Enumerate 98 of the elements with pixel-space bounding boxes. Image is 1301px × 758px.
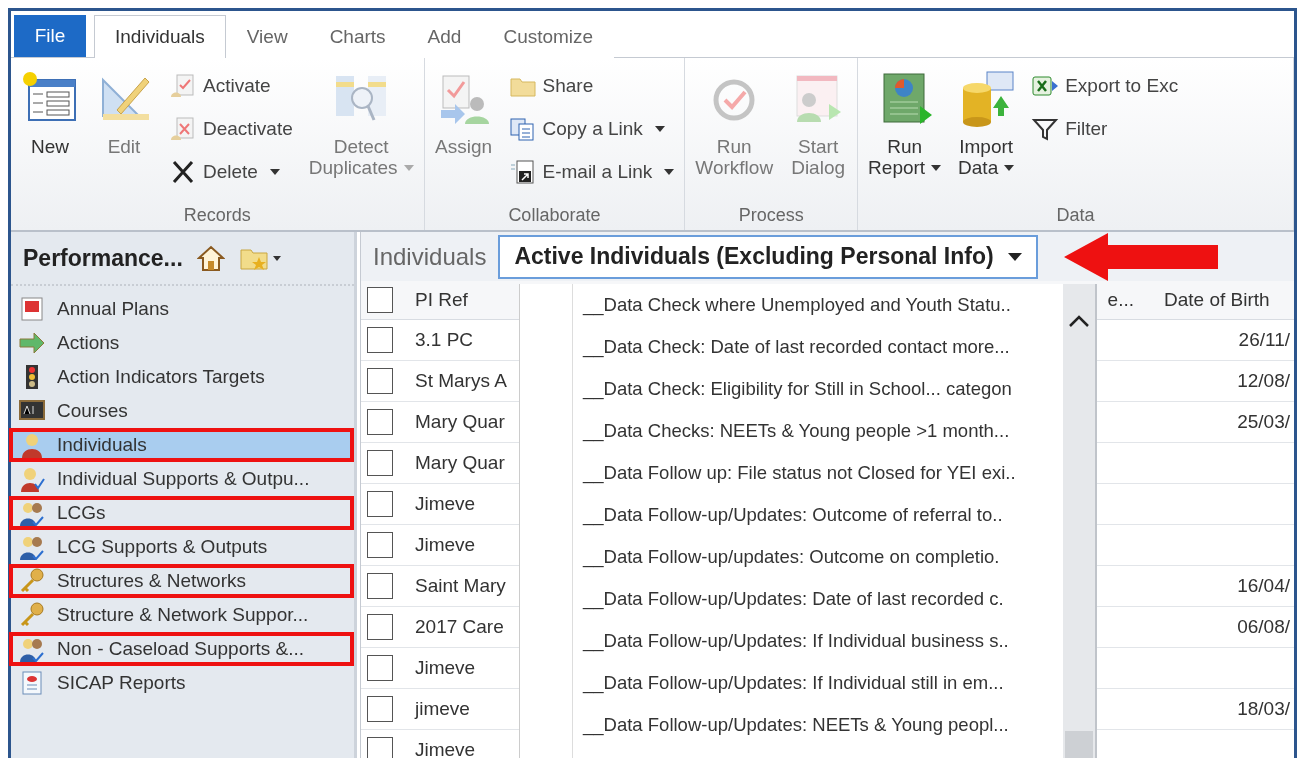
checkbox[interactable] [367,287,393,314]
table-cell-text: Jimeve [415,493,477,515]
table-cell-text: jimeve [415,698,471,720]
ribbon-button[interactable]: Delete [169,156,293,187]
entity-label: Individuals [373,242,487,271]
sidebar-item[interactable]: Individual Supports & Outpu... [11,464,352,494]
table-cell-text: Mary Quar [415,452,506,474]
dropdown-option[interactable]: __Data Check: Eligibility for Still in School... categon [573,368,1063,410]
table-cell-text: 3.1 PC [415,329,475,351]
table-cell-text: 06/08/ [1236,616,1291,638]
dropdown-option[interactable]: __Data Follow-up/Updates: NEETs & Young peopl... [573,704,1063,746]
ribbon-button[interactable]: Deactivate [169,113,293,144]
table-cell-text: Saint Mary [415,575,507,597]
group-label: Records [182,205,252,227]
checkbox[interactable] [367,327,393,353]
dropdown-option[interactable]: __Data Follow-up/Updates: Date of last recorded c. [573,578,1063,620]
people-icon [19,500,45,526]
sidebar-title: Performance... [23,244,183,272]
dropdown-option[interactable]: __Data Follow-up/Updates: Outcome of referral to.. [573,494,1063,536]
table-cell-text: Jimeve [415,739,477,758]
dropdown-option[interactable]: __Data Follow-up/updates: Outcome on completio. [573,536,1063,578]
caret-icon [1007,252,1022,261]
sidebar-item[interactable]: Non - Caseload Supports &... [11,634,352,664]
sidebar-item[interactable]: Structure & Network Suppor... [11,600,352,630]
ribbon-button[interactable]: New [15,70,85,205]
ribbon-button[interactable]: Copy a Link [508,113,675,144]
copy-icon [508,115,537,142]
sidebar-item[interactable]: LCG Supports & Outputs [11,532,352,562]
dropdown-option[interactable]: __Data Follow up: File status not Closed for YEI exi.. [573,452,1063,494]
file-tab[interactable]: File [14,15,86,57]
table-cell-text: Jimeve [415,534,477,556]
sidebar-item[interactable]: LCGs [11,498,352,528]
ribbon-button[interactable]: Filter [1031,113,1179,144]
checkbox[interactable] [367,450,393,476]
group-label: Data [1055,205,1096,227]
sidebar-item[interactable]: SICAP Reports [11,668,352,698]
sidebar-item[interactable]: Courses [11,396,352,426]
key-icon [19,568,45,594]
sidebar-item[interactable]: Annual Plans [11,294,352,324]
ribbon-button[interactable]: E-mail a Link [508,156,675,187]
dropdown-option[interactable]: __Data Follow-up/Updates: If Individual still in em... [573,662,1063,704]
group-label: Process [737,205,805,227]
checkbox[interactable] [367,368,393,394]
calendar-icon [19,296,45,322]
caret-icon [403,164,414,171]
dropdown-option[interactable]: __Data Follow-up/Updates: If Individual business s.. [573,620,1063,662]
sidebar-item[interactable]: Action Indicators Targets [11,362,352,392]
caret-icon [1004,164,1015,171]
table-cell-text: Mary Quar [415,411,506,433]
ribbon-button[interactable]: Activate [169,70,293,101]
person-check-icon [19,466,45,492]
ribbon-button[interactable]: Export to Exc [1031,70,1179,101]
table-cell-text: Jimeve [415,657,477,679]
ribbon-button[interactable]: Import Data [951,70,1022,205]
table-cell-text: 18/03/ [1236,698,1291,720]
people-icon [19,636,45,662]
scroll-up-icon[interactable] [1068,314,1090,328]
checkbox[interactable] [367,532,393,558]
clipboard-icon [169,115,197,142]
sidebar-item[interactable]: Individuals [11,430,352,460]
ribbon-button[interactable]: Share [508,70,675,101]
caret-icon [269,168,280,175]
view-selector[interactable]: Active Individuals (Excluding Personal Info) [498,234,1038,279]
checkbox[interactable] [367,491,393,517]
scrollbar[interactable] [1063,284,1095,758]
caret-icon [654,125,665,132]
key-icon [19,602,45,628]
report-icon [19,670,45,696]
table-cell-text: 16/04/ [1236,575,1291,597]
checkbox[interactable] [367,696,393,722]
table-cell-text: 2017 Care [415,616,505,638]
caret-icon [931,164,942,171]
home-icon[interactable] [196,245,225,271]
sidebar-item[interactable]: Structures & Networks [11,566,352,596]
table-cell-text: 26/11/ [1237,329,1291,351]
table-cell-text: St Marys A [415,370,508,392]
person-icon [19,432,45,458]
checkbox[interactable] [367,409,393,435]
dropdown-option[interactable]: __Data Checks: NEETs & Young people >1 month... [573,410,1063,452]
group-label: Collaborate [507,205,602,227]
email-link-icon [508,158,537,185]
sidebar-item[interactable]: Actions [11,328,352,358]
column-header[interactable]: Date of Birth [1164,289,1294,312]
checkbox[interactable] [367,737,393,758]
people-icon [19,534,45,560]
table-cell-text: 12/08/ [1236,370,1291,392]
caret-icon [664,168,675,175]
table-cell-text: 25/03/ [1236,411,1291,433]
column-header[interactable]: e... [1107,289,1134,312]
dropdown-option[interactable]: __Data Check where Unemployed and Youth Statu.. [573,284,1063,326]
checkbox[interactable] [367,614,393,640]
checkbox[interactable] [367,573,393,599]
checkbox[interactable] [367,655,393,681]
ribbon-button[interactable]: Run Report [862,70,948,205]
ribbon-tab[interactable]: Individuals [94,15,226,58]
arrow-icon [19,330,45,356]
dropdown-option[interactable]: __Data Check: Date of last recorded contact more... [573,326,1063,368]
clipboard-icon [169,72,197,99]
